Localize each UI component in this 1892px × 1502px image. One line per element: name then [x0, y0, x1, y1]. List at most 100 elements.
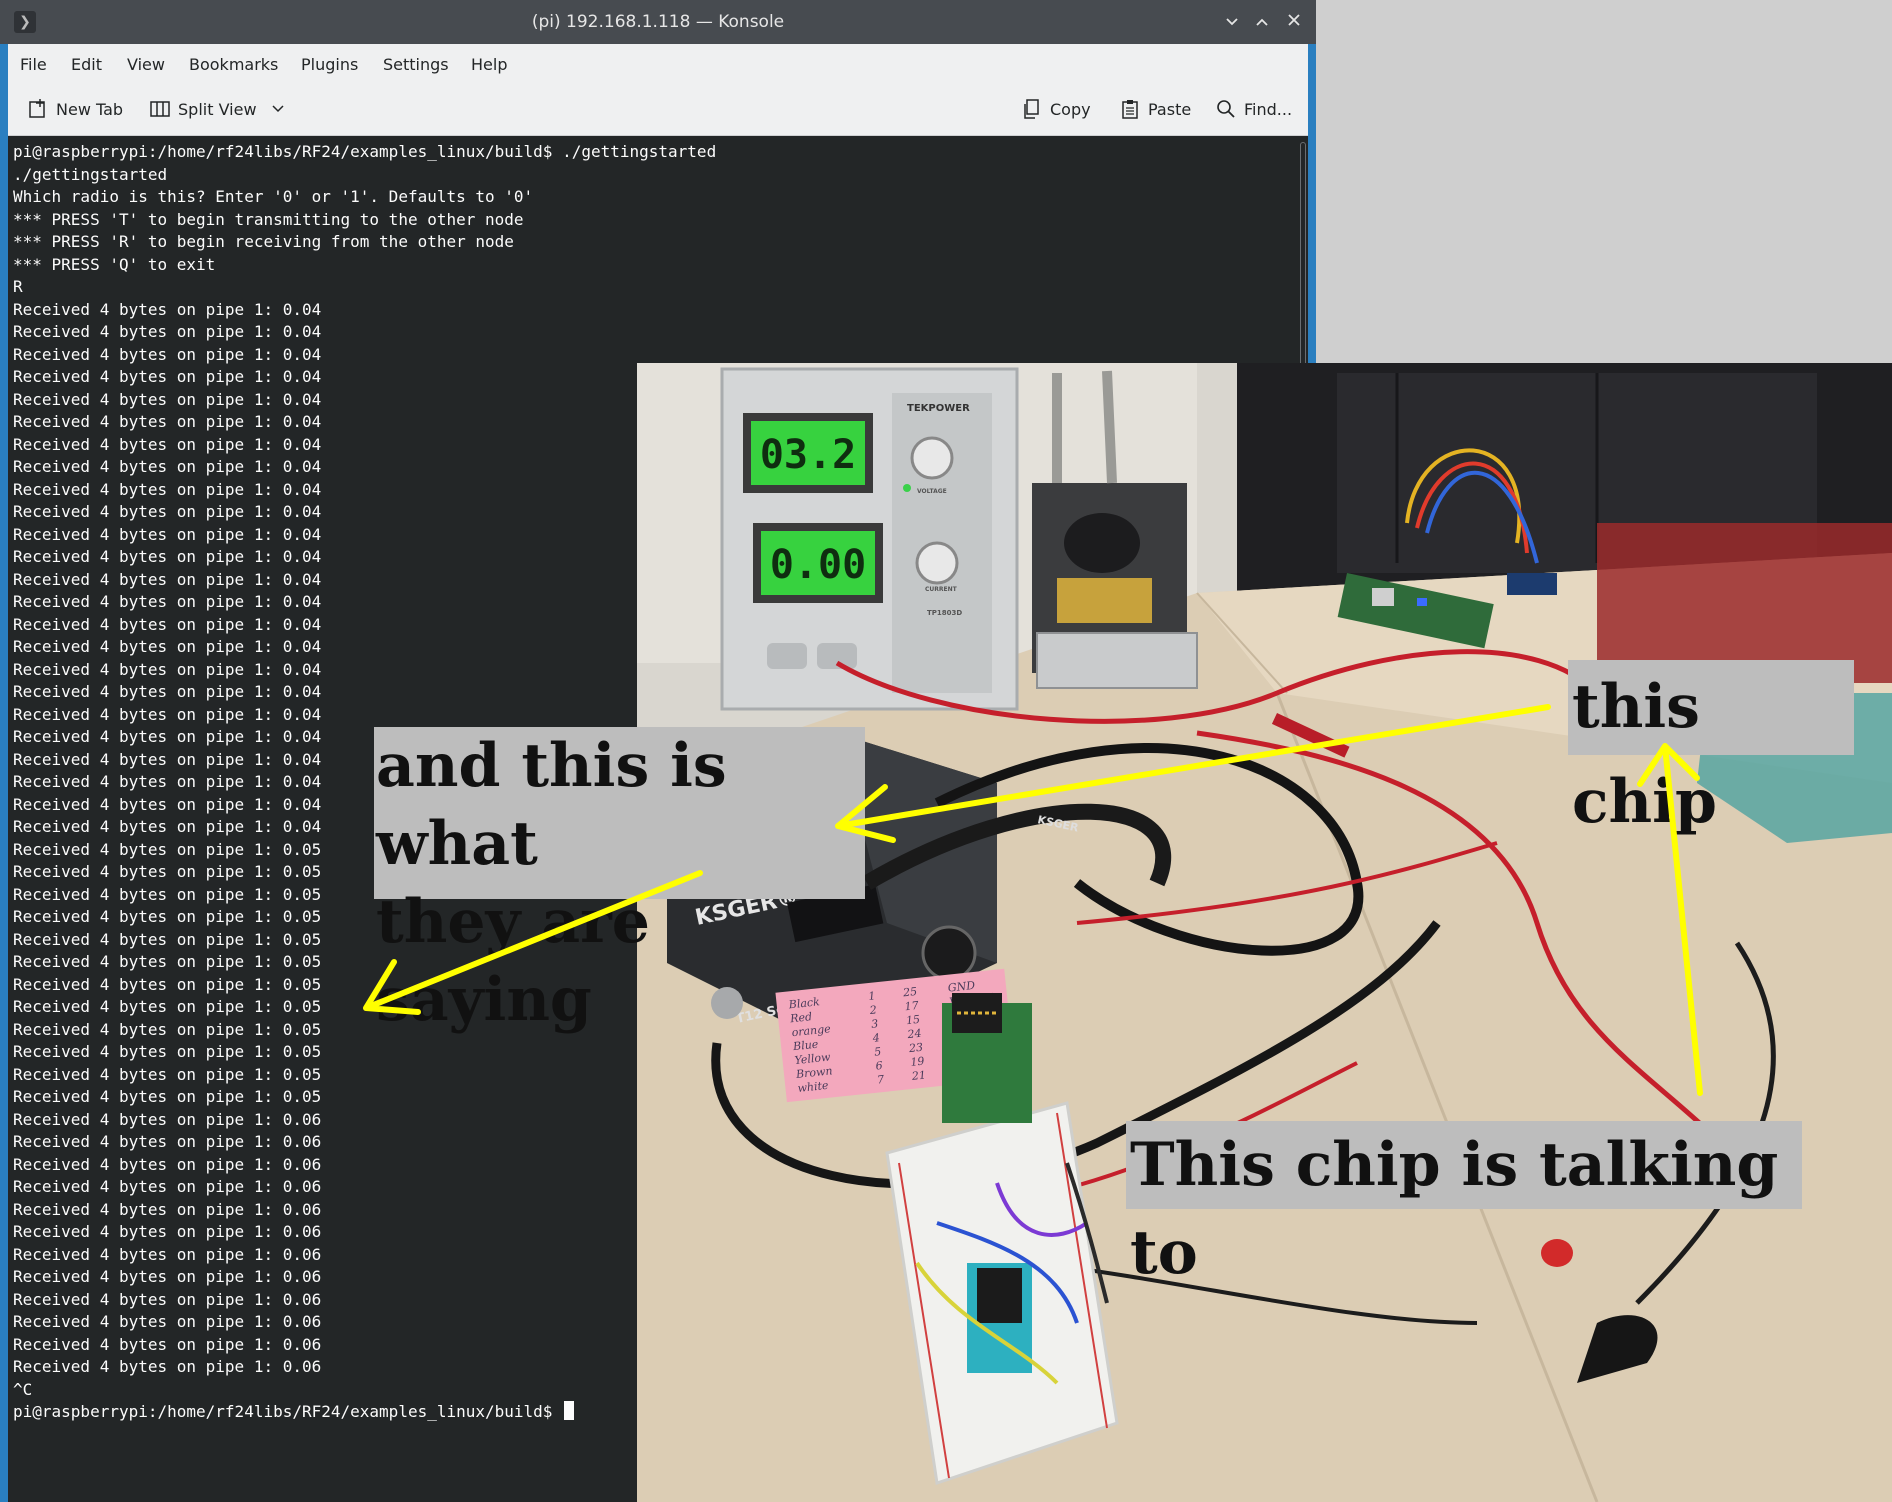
power-supply: 03.2 0.00 TEKPOWER VOLTAGE CURRENT TP180…	[720, 367, 1019, 711]
terminal-line: Received 4 bytes on pipe 1: 0.06	[13, 1289, 322, 1309]
new-tab-icon	[29, 99, 45, 118]
window-title: (pi) 192.168.1.118 — Konsole	[531, 12, 785, 32]
terminal-line: ^C	[13, 1379, 33, 1399]
terminal-line: Received 4 bytes on pipe 1: 0.04	[13, 367, 322, 386]
note-cell: 24	[906, 1027, 922, 1041]
menu-help[interactable]: Help	[471, 55, 507, 74]
menu-bar: File Edit View Bookmarks Plugins Setting…	[8, 44, 1308, 85]
terminal-line: Received 4 bytes on pipe 1: 0.06	[13, 1177, 322, 1196]
terminal-line: Received 4 bytes on pipe 1: 0.04	[13, 389, 322, 409]
chevron-down-icon[interactable]	[271, 104, 285, 114]
minimize-icon[interactable]	[1220, 10, 1244, 34]
terminal-line: Which radio is this? Enter '0' or '1'. D…	[13, 187, 534, 206]
terminal-line: Received 4 bytes on pipe 1: 0.04	[13, 704, 322, 724]
psu-voltage-label: VOLTAGE	[917, 488, 947, 495]
paste-label: Paste	[1148, 99, 1192, 119]
terminal-line: Received 4 bytes on pipe 1: 0.04	[13, 592, 322, 611]
terminal-line: Received 4 bytes on pipe 1: 0.04	[13, 614, 322, 634]
terminal-line: Received 4 bytes on pipe 1: 0.04	[13, 524, 322, 544]
note-cell: 7	[876, 1073, 884, 1087]
terminal-line: Received 4 bytes on pipe 1: 0.06	[13, 1244, 322, 1264]
callout-saying-line2: they are saying	[376, 887, 650, 1035]
terminal-line: Received 4 bytes on pipe 1: 0.04	[13, 637, 322, 656]
terminal-line: Received 4 bytes on pipe 1: 0.06	[13, 1222, 322, 1241]
note-cell: 17	[904, 999, 919, 1013]
terminal-line: pi@raspberrypi:/home/rf24libs/RF24/examp…	[13, 142, 717, 161]
close-icon[interactable]	[1282, 10, 1306, 34]
paste-icon	[1122, 100, 1138, 119]
terminal-line: *** PRESS 'T' to begin transmitting to t…	[13, 209, 524, 229]
note-cell: 1	[868, 989, 876, 1003]
callout-talking: This chip is talking to	[1126, 1121, 1802, 1288]
callout-saying: and this is what they are saying	[374, 727, 865, 1035]
voltage-readout: 03.2	[760, 432, 856, 478]
new-tab-label: New Tab	[56, 99, 124, 119]
terminal-line: Received 4 bytes on pipe 1: 0.04	[13, 502, 322, 521]
find-button[interactable]: Find...	[1216, 97, 1292, 121]
terminal-line: ./gettingstarted	[13, 164, 168, 184]
copy-icon	[1024, 99, 1039, 119]
terminal-line: Received 4 bytes on pipe 1: 0.06	[13, 1109, 322, 1129]
terminal-line: Received 4 bytes on pipe 1: 0.05	[13, 1042, 322, 1061]
menu-bookmarks[interactable]: Bookmarks	[189, 55, 278, 74]
terminal-line: Received 4 bytes on pipe 1: 0.06	[13, 1334, 322, 1354]
new-tab-button[interactable]: New Tab	[28, 97, 123, 121]
terminal-line: *** PRESS 'R' to begin receiving from th…	[13, 232, 514, 251]
terminal-line: Received 4 bytes on pipe 1: 0.05	[13, 1087, 322, 1106]
callout-this-chip: this chip	[1568, 660, 1854, 837]
note-cell: 6	[875, 1059, 883, 1073]
note-cell: 4	[871, 1031, 880, 1045]
note-cell: 21	[910, 1069, 926, 1083]
terminal-line: *** PRESS 'Q' to exit	[13, 254, 216, 274]
callout-saying-line1: and this is what	[376, 731, 727, 879]
menu-file[interactable]: File	[20, 55, 47, 74]
terminal-line: Received 4 bytes on pipe 1: 0.04	[13, 322, 322, 341]
toolbar: New Tab Split View Copy Paste Find...	[8, 85, 1308, 136]
terminal-line: Received 4 bytes on pipe 1: 0.04	[13, 457, 322, 476]
terminal-line: Received 4 bytes on pipe 1: 0.04	[13, 479, 322, 499]
terminal-line: Received 4 bytes on pipe 1: 0.04	[13, 344, 322, 364]
terminal-line: Received 4 bytes on pipe 1: 0.04	[13, 412, 322, 431]
copy-label: Copy	[1050, 99, 1091, 119]
terminal-line: R	[13, 277, 23, 296]
terminal-line: Received 4 bytes on pipe 1: 0.06	[13, 1154, 322, 1174]
menu-edit[interactable]: Edit	[71, 55, 102, 74]
find-label: Find...	[1244, 99, 1293, 119]
terminal-line: Received 4 bytes on pipe 1: 0.06	[13, 1267, 322, 1286]
note-cell: 15	[905, 1013, 920, 1027]
menu-view[interactable]: View	[127, 55, 165, 74]
current-readout: 0.00	[770, 542, 866, 588]
terminal-line: Received 4 bytes on pipe 1: 0.06	[13, 1312, 322, 1331]
terminal-line: Received 4 bytes on pipe 1: 0.06	[13, 1132, 322, 1151]
menu-settings[interactable]: Settings	[383, 55, 449, 74]
terminal-line: Received 4 bytes on pipe 1: 0.04	[13, 299, 322, 319]
note-cell: Blue	[792, 1038, 820, 1054]
terminal-line: Received 4 bytes on pipe 1: 0.04	[13, 547, 322, 566]
note-cell: 2	[868, 1003, 877, 1017]
terminal-line: Received 4 bytes on pipe 1: 0.04	[13, 659, 322, 679]
menu-plugins[interactable]: Plugins	[301, 55, 358, 74]
terminal-prompt: pi@raspberrypi:/home/rf24libs/RF24/examp…	[13, 1402, 563, 1421]
split-view-icon	[150, 101, 170, 117]
title-bar[interactable]: ❯ (pi) 192.168.1.118 — Konsole	[0, 0, 1316, 44]
terminal-line: Received 4 bytes on pipe 1: 0.06	[13, 1199, 322, 1219]
note-cell: 19	[910, 1055, 925, 1069]
note-cell: 23	[907, 1041, 923, 1055]
note-cell: 3	[871, 1017, 879, 1031]
psu-current-label: CURRENT	[925, 586, 958, 593]
split-view-button[interactable]: Split View	[150, 97, 293, 121]
terminal-line: Received 4 bytes on pipe 1: 0.06	[13, 1357, 322, 1376]
maximize-icon[interactable]	[1250, 10, 1274, 34]
note-cell: 25	[901, 985, 917, 999]
psu-model: TP1803D	[927, 609, 962, 617]
terminal-line: Received 4 bytes on pipe 1: 0.04	[13, 569, 322, 589]
psu-brand: TEKPOWER	[907, 403, 970, 414]
terminal-prompt-line[interactable]: pi@raspberrypi:/home/rf24libs/RF24/examp…	[13, 1401, 716, 1424]
terminal-line: Received 4 bytes on pipe 1: 0.05	[13, 1064, 322, 1084]
terminal-line: Received 4 bytes on pipe 1: 0.04	[13, 682, 322, 701]
copy-button[interactable]: Copy	[1022, 97, 1091, 121]
text-cursor	[564, 1401, 575, 1420]
paste-button[interactable]: Paste	[1120, 97, 1191, 121]
terminal-line: Received 4 bytes on pipe 1: 0.04	[13, 434, 322, 454]
note-cell: 5	[874, 1045, 882, 1059]
